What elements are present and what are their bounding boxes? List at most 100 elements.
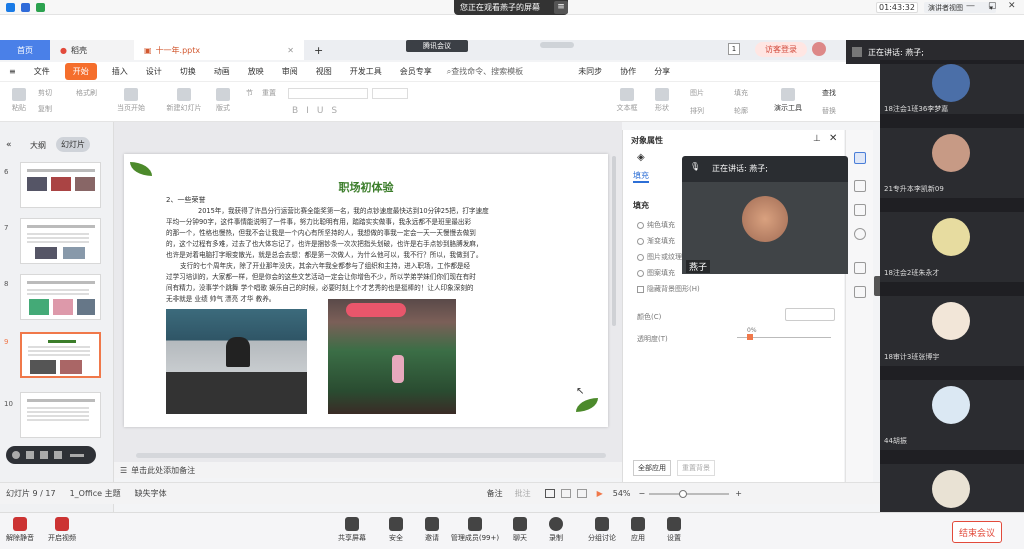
menu-file[interactable]: 文件 bbox=[25, 66, 59, 77]
help-icon[interactable] bbox=[854, 228, 866, 240]
stage-performance-photo[interactable] bbox=[328, 299, 456, 414]
collapse-panel-icon[interactable]: « bbox=[6, 140, 12, 150]
picture-button[interactable]: 图片 bbox=[690, 88, 704, 98]
close-icon[interactable]: ✕ bbox=[1008, 1, 1016, 11]
security-button[interactable]: 安全 bbox=[376, 517, 416, 543]
menu-slideshow[interactable]: 放映 bbox=[239, 66, 273, 77]
option-gradient-fill[interactable]: 渐变填充 bbox=[637, 236, 675, 246]
color-picker[interactable] bbox=[785, 308, 835, 321]
comments-toggle[interactable]: 批注 bbox=[515, 488, 531, 499]
slide-thumbnail[interactable] bbox=[20, 274, 101, 320]
option-solid-fill[interactable]: 纯色填充 bbox=[637, 220, 675, 230]
menu-review[interactable]: 审阅 bbox=[273, 66, 307, 77]
mini-tool-icon[interactable] bbox=[26, 451, 34, 459]
maximize-icon[interactable]: ▢ bbox=[988, 1, 997, 11]
participant-tile[interactable]: 21专升本李凯新09 bbox=[880, 128, 1024, 198]
reading-view-icon[interactable] bbox=[576, 489, 587, 498]
find-button[interactable]: 查找 bbox=[822, 88, 836, 98]
fill-button[interactable]: 填充 bbox=[734, 88, 748, 98]
sidebar-toggle-handle[interactable] bbox=[874, 276, 880, 296]
start-video-button[interactable]: 开启视频 bbox=[42, 517, 82, 543]
shape-button[interactable]: 形状 bbox=[650, 88, 674, 113]
slide-thumbnail[interactable] bbox=[20, 162, 101, 208]
unsynced-status[interactable]: 未同步 bbox=[569, 66, 611, 77]
participant-tile[interactable]: 18审计3班张博宇 bbox=[880, 296, 1024, 366]
menu-start[interactable]: 开始 bbox=[64, 63, 97, 80]
mini-tool-icon[interactable] bbox=[54, 451, 62, 459]
outline-button[interactable]: 轮廓 bbox=[734, 106, 748, 116]
option-pattern-fill[interactable]: 图案填充 bbox=[637, 268, 675, 278]
command-search[interactable]: ⌕查找命令、搜索模板 bbox=[441, 66, 529, 77]
zoom-out-icon[interactable]: − bbox=[639, 489, 646, 498]
pane-close-icon[interactable]: ✕ bbox=[829, 133, 837, 144]
text-icon[interactable] bbox=[854, 262, 866, 274]
normal-view-icon[interactable] bbox=[544, 489, 555, 498]
participant-tile[interactable]: 18注会2班朱永才 bbox=[880, 212, 1024, 282]
properties-icon[interactable] bbox=[854, 152, 866, 164]
breakout-button[interactable]: 分组讨论 bbox=[582, 517, 622, 543]
avatar[interactable] bbox=[812, 42, 826, 56]
presenter-view-select[interactable]: 演讲者视图 ▾ bbox=[924, 2, 996, 13]
participant-tile[interactable]: 18注会1班36李梦嘉 bbox=[880, 64, 1024, 114]
guest-login-button[interactable]: 访客登录 bbox=[755, 42, 807, 57]
notes-bar[interactable]: ☰ 单击此处添加备注 bbox=[114, 462, 622, 478]
minimize-icon[interactable]: — bbox=[966, 1, 975, 11]
tab-fill[interactable]: 填充 bbox=[633, 170, 649, 183]
slide-thumbnail[interactable] bbox=[20, 392, 101, 438]
paste-button[interactable]: 粘贴 bbox=[8, 88, 30, 113]
share-screen-button[interactable]: 共享屏幕 bbox=[332, 517, 372, 543]
menu-transition[interactable]: 切换 bbox=[171, 66, 205, 77]
menu-view[interactable]: 视图 bbox=[307, 66, 341, 77]
horizontal-scrollbar[interactable] bbox=[136, 453, 606, 458]
replace-button[interactable]: 替换 bbox=[822, 106, 836, 116]
tab-outline[interactable]: 大纲 bbox=[30, 140, 46, 151]
speaker-video-popup[interactable]: 🎙 正在讲话: 燕子; 燕子 bbox=[682, 156, 848, 274]
zoom-thumb[interactable] bbox=[679, 489, 688, 498]
zoom-in-icon[interactable]: + bbox=[735, 489, 742, 498]
tab-close-icon[interactable]: ✕ bbox=[287, 46, 294, 55]
menu-design[interactable]: 设计 bbox=[137, 66, 171, 77]
fill-section-header[interactable]: 填充 bbox=[633, 200, 649, 211]
textbox-button[interactable]: 文本框 bbox=[614, 88, 640, 113]
manage-members-button[interactable]: 管理成员(99+) bbox=[450, 517, 500, 543]
mini-tool-icon[interactable] bbox=[12, 451, 20, 459]
font-size-field[interactable] bbox=[372, 88, 408, 99]
slide-thumbnail-active[interactable] bbox=[20, 332, 101, 378]
layers-icon[interactable] bbox=[854, 286, 866, 298]
tab-home[interactable]: 首页 bbox=[0, 40, 50, 60]
participant-tile[interactable] bbox=[880, 464, 1024, 512]
reset-button[interactable]: 重置 bbox=[262, 88, 276, 98]
menu-developer[interactable]: 开发工具 bbox=[341, 66, 391, 77]
share-button[interactable]: 分享 bbox=[645, 66, 679, 77]
font-name-field[interactable] bbox=[288, 88, 368, 99]
format-painter-button[interactable]: 格式刷 bbox=[76, 88, 97, 98]
new-slide-button[interactable]: 新建幻灯片 bbox=[162, 88, 206, 113]
settings-button[interactable]: 设置 bbox=[654, 517, 694, 543]
banner-menu-icon[interactable]: ≡ bbox=[554, 1, 568, 14]
end-meeting-button[interactable]: 结束会议 bbox=[952, 521, 1002, 543]
slider-thumb[interactable] bbox=[747, 334, 753, 340]
copy-button[interactable]: 复制 bbox=[38, 104, 52, 114]
mini-tool-icon[interactable] bbox=[70, 453, 84, 457]
select-icon[interactable] bbox=[854, 180, 866, 192]
office-photo[interactable] bbox=[166, 309, 307, 414]
from-current-button[interactable]: 当页开始 bbox=[112, 88, 150, 113]
menu-animation[interactable]: 动画 bbox=[205, 66, 239, 77]
slide[interactable]: 职场初体验 2、一些荣誉 2015年，我获得了许昌分行运营比赛全能奖第一名，我的… bbox=[124, 154, 608, 427]
menu-member[interactable]: 会员专享 bbox=[391, 66, 441, 77]
reset-background-button[interactable]: 重置背景 bbox=[677, 460, 715, 476]
layout-button[interactable]: 版式 bbox=[216, 88, 230, 113]
sorter-view-icon[interactable] bbox=[560, 489, 571, 498]
vertical-scrollbar[interactable] bbox=[612, 156, 616, 326]
chat-button[interactable]: 聊天 bbox=[500, 517, 540, 543]
text-format-buttons[interactable]: BIUS bbox=[292, 106, 345, 116]
play-icon[interactable]: ▶ bbox=[597, 489, 603, 498]
apply-all-button[interactable]: 全部应用 bbox=[633, 460, 671, 476]
menu-insert[interactable]: 插入 bbox=[103, 66, 137, 77]
tab-slides[interactable]: 幻灯片 bbox=[56, 137, 90, 152]
unmute-button[interactable]: 解除静音 bbox=[0, 517, 40, 543]
cut-button[interactable]: 剪切 bbox=[38, 88, 52, 98]
tab-docer[interactable]: ● 稻壳 bbox=[50, 40, 134, 60]
pin-icon[interactable]: ⊥ bbox=[813, 134, 821, 144]
collab-button[interactable]: 协作 bbox=[611, 66, 645, 77]
